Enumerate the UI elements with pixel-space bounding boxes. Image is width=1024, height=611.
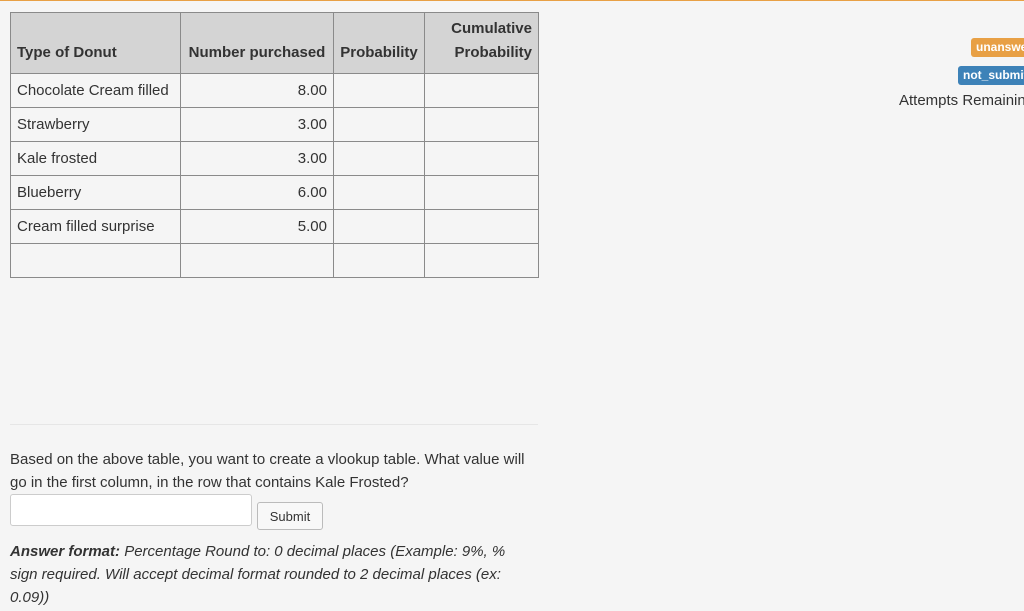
attempts-remaining-label: Attempts Remaining: [899, 92, 1024, 109]
table-row: Blueberry 6.00: [10, 175, 539, 210]
table-row: Chocolate Cream filled 8.00: [10, 73, 539, 108]
cell-cumulative: [424, 243, 539, 278]
cell-number: [180, 243, 334, 278]
table-row: Strawberry 3.00: [10, 107, 539, 142]
cell-number: 8.00: [180, 73, 334, 108]
answer-input[interactable]: [10, 494, 252, 526]
cell-probability: [333, 141, 425, 176]
status-badge-unanswered: unanswered: [971, 38, 1024, 57]
table-row: [10, 243, 539, 278]
cell-number: 5.00: [180, 209, 334, 244]
cell-cumulative: [424, 175, 539, 210]
header-cumulative-line1: Cumulative: [451, 20, 532, 37]
cell-type: [10, 243, 181, 278]
cell-probability: [333, 175, 425, 210]
cell-number: 3.00: [180, 107, 334, 142]
top-accent-line: [0, 0, 1024, 1]
table-row: Cream filled surprise 5.00: [10, 209, 539, 244]
cell-number: 6.00: [180, 175, 334, 210]
header-type-of-donut: Type of Donut: [10, 12, 181, 74]
cell-cumulative: [424, 141, 539, 176]
status-badge-not-submitted: not_submitted: [958, 66, 1024, 85]
cell-type: Blueberry: [10, 175, 181, 210]
header-number-purchased: Number purchased: [180, 12, 334, 74]
question-text: Based on the above table, you want to cr…: [10, 451, 525, 491]
answer-format-label: Answer format:: [10, 543, 121, 560]
header-cumulative-probability: Cumulative Probability: [424, 12, 539, 74]
section-divider: [10, 424, 538, 425]
cell-cumulative: [424, 209, 539, 244]
header-probability: Probability: [333, 12, 425, 74]
cell-cumulative: [424, 107, 539, 142]
header-cumulative-line2: Probability: [454, 44, 532, 61]
cell-probability: [333, 209, 425, 244]
cell-probability: [333, 107, 425, 142]
cell-probability: [333, 73, 425, 108]
cell-cumulative: [424, 73, 539, 108]
table-row: Kale frosted 3.00: [10, 141, 539, 176]
cell-type: Kale frosted: [10, 141, 181, 176]
donut-table: Type of Donut Number purchased Probabili…: [10, 12, 539, 278]
cell-number: 3.00: [180, 141, 334, 176]
submit-button[interactable]: Submit: [257, 502, 323, 530]
answer-format-note: Answer format: Percentage Round to: 0 de…: [10, 540, 535, 609]
cell-type: Chocolate Cream filled: [10, 73, 181, 108]
table-header-row: Type of Donut Number purchased Probabili…: [10, 12, 539, 74]
cell-type: Strawberry: [10, 107, 181, 142]
cell-probability: [333, 243, 425, 278]
cell-type: Cream filled surprise: [10, 209, 181, 244]
